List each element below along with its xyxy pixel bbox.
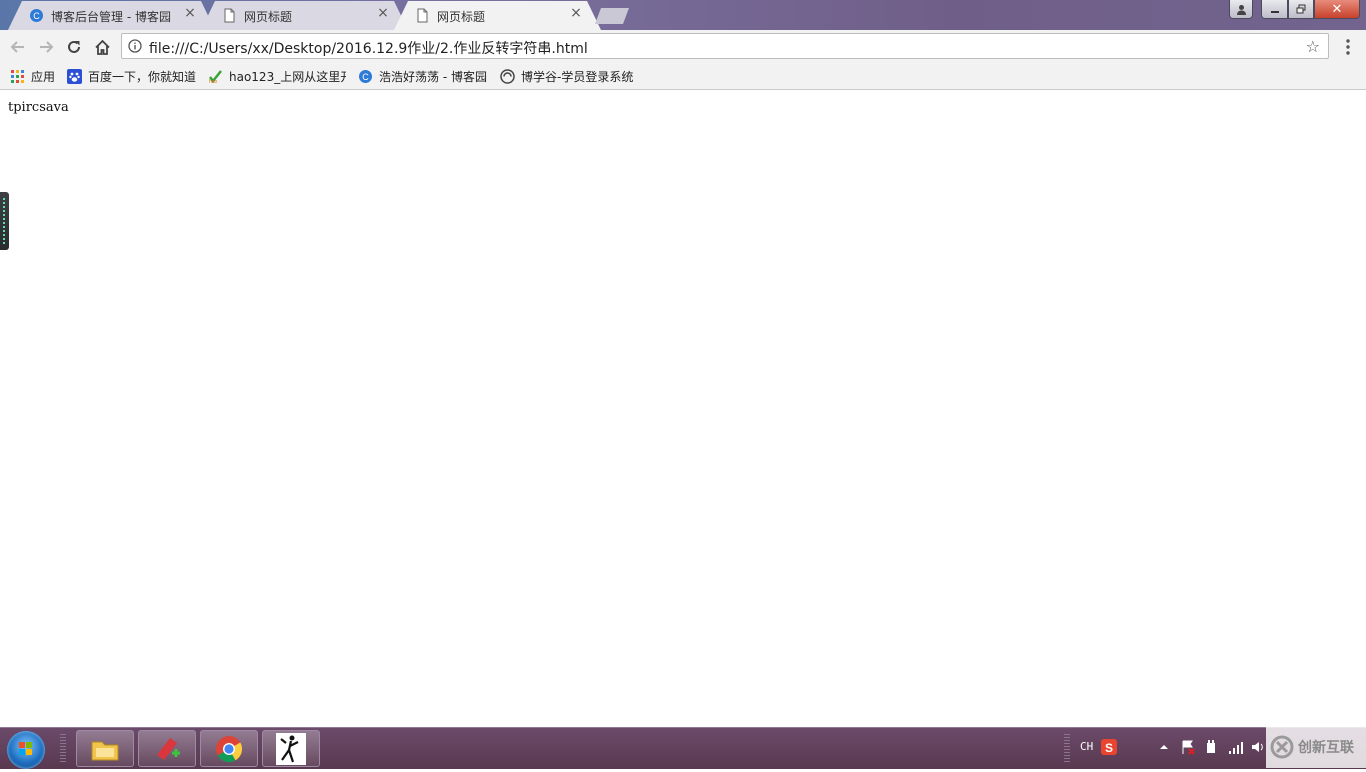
tab-cnblogs-admin[interactable]: C 博客后台管理 - 博客园 ×	[8, 1, 215, 30]
restore-button[interactable]	[1288, 0, 1314, 19]
tray-grip	[1064, 734, 1070, 764]
action-center-flag-icon[interactable]	[1180, 739, 1196, 755]
taskbar-app-explorer[interactable]	[76, 730, 134, 767]
page-icon	[222, 8, 237, 23]
bookmark-hao123[interactable]: hao hao123_上网从这里开	[208, 68, 346, 85]
svg-text:hao: hao	[209, 79, 218, 84]
minimize-icon	[1270, 11, 1279, 13]
cnblogs-icon: C	[358, 69, 373, 84]
close-icon[interactable]: ×	[569, 6, 583, 20]
jumpman-icon	[276, 732, 306, 765]
chuangxin-logo-icon	[1270, 735, 1294, 758]
browser-toolbar: file:///C:/Users/xx/Desktop/2016.12.9作业/…	[0, 30, 1366, 64]
boxuegu-icon	[500, 68, 515, 84]
taskbar-app-chrome[interactable]	[200, 730, 258, 767]
minimize-button[interactable]	[1261, 0, 1288, 19]
reversed-string-output: tpircsava	[8, 100, 69, 115]
bookmark-baidu[interactable]: 百度一下，你就知道	[67, 68, 196, 84]
bookmark-star-icon[interactable]: ☆	[1306, 37, 1320, 56]
close-icon[interactable]: ×	[376, 6, 390, 20]
hao123-icon: hao	[208, 69, 223, 85]
bookmark-label: hao123_上网从这里开	[229, 69, 346, 84]
new-tab-button[interactable]	[595, 8, 629, 24]
taskbar-app-jumpman[interactable]	[262, 730, 320, 767]
watermark-text: 创新互联	[1298, 739, 1354, 756]
sticky-notes-icon	[157, 737, 180, 760]
cnblogs-icon: C	[29, 8, 44, 23]
tab-webpage-title-1[interactable]: 网页标题 ×	[201, 1, 408, 30]
browser-menu-button[interactable]	[1338, 37, 1358, 57]
bookmark-label: 百度一下，你就知道	[88, 69, 197, 84]
svg-text:S: S	[1105, 741, 1113, 755]
back-arrow-icon	[10, 41, 24, 53]
user-icon	[1236, 4, 1246, 15]
home-icon	[94, 39, 110, 55]
start-button[interactable]	[7, 731, 45, 769]
bookmark-apps[interactable]: 应用	[10, 68, 55, 84]
forward-button[interactable]	[35, 36, 57, 58]
forward-arrow-icon	[40, 41, 54, 53]
tab-webpage-title-2[interactable]: 网页标题 ×	[394, 1, 601, 30]
page-icon	[415, 8, 430, 23]
tab-title: 网页标题	[437, 10, 486, 24]
restore-icon	[1296, 4, 1306, 14]
show-hidden-icons-icon[interactable]	[1156, 739, 1172, 755]
taskbar-grip	[60, 734, 66, 764]
volume-icon[interactable]	[1250, 739, 1266, 755]
baidu-paw-icon	[67, 68, 82, 84]
bookmark-cnblogs[interactable]: C 浩浩好荡荡 - 博客园	[358, 68, 487, 84]
bookmarks-bar: 应用 百度一下，你就知道 hao hao123_上网从这里开 C 浩浩好荡荡 -…	[0, 64, 1366, 90]
bookmark-boxuegu[interactable]: 博学谷-学员登录系统	[500, 68, 633, 84]
reload-button[interactable]	[63, 36, 85, 58]
more-vert-icon	[1346, 39, 1350, 55]
apps-grid-icon	[10, 69, 25, 84]
side-panel-handle[interactable]	[0, 192, 9, 250]
power-plug-icon[interactable]	[1203, 739, 1219, 755]
sogou-ime-icon[interactable]: S	[1101, 739, 1117, 755]
url-text[interactable]: file:///C:/Users/xx/Desktop/2016.12.9作业/…	[149, 38, 588, 58]
taskbar-app-notes[interactable]	[138, 730, 196, 767]
bookmark-label: 应用	[31, 69, 56, 84]
reload-icon	[68, 40, 80, 53]
chrome-icon	[216, 735, 243, 762]
close-icon: ✕	[1331, 1, 1343, 17]
tab-strip: C 博客后台管理 - 博客园 × 网页标题 × 网页标题 × ✕	[0, 0, 1366, 30]
info-icon[interactable]	[128, 39, 142, 53]
watermark-logo: 创新互联	[1266, 725, 1366, 768]
file-explorer-icon	[91, 741, 119, 760]
address-bar[interactable]: file:///C:/Users/xx/Desktop/2016.12.9作业/…	[121, 33, 1329, 59]
network-signal-icon[interactable]	[1228, 739, 1244, 755]
taskbar: CH S	[0, 727, 1366, 769]
windows-logo-icon	[19, 742, 32, 755]
input-method-indicator[interactable]: CH	[1080, 740, 1093, 753]
bookmark-label: 浩浩好荡荡 - 博客园	[379, 69, 487, 84]
svg-text:C: C	[33, 11, 40, 21]
tab-title: 博客后台管理 - 博客园	[51, 10, 171, 24]
page-content: tpircsava	[0, 90, 1366, 727]
bookmark-label: 博学谷-学员登录系统	[521, 69, 634, 84]
close-window-button[interactable]: ✕	[1314, 0, 1360, 19]
back-button[interactable]	[7, 36, 29, 58]
svg-text:C: C	[362, 72, 369, 82]
user-profile-button[interactable]	[1229, 0, 1253, 19]
home-button[interactable]	[91, 36, 113, 58]
tab-title: 网页标题	[244, 10, 293, 24]
close-icon[interactable]: ×	[183, 6, 197, 20]
